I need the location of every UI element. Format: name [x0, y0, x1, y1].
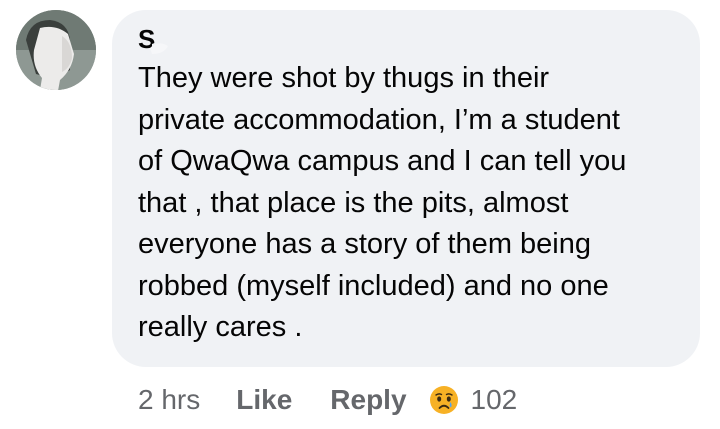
avatar-photo	[16, 10, 96, 90]
like-button[interactable]: Like	[236, 384, 292, 416]
reaction-count: 102	[470, 384, 518, 415]
sad-emoji-icon	[429, 385, 459, 415]
comment-timestamp[interactable]: 2 hrs	[138, 384, 200, 416]
comment-actions: 2 hrs Like Reply 102	[138, 380, 517, 420]
reply-button[interactable]: Reply	[330, 384, 406, 416]
comment-text: They were shot by thugs in their private…	[138, 62, 627, 343]
comment-bubble: S They were shot by thugs in their priva…	[112, 10, 700, 367]
avatar[interactable]	[16, 10, 96, 90]
author-name-redaction	[150, 37, 336, 56]
reaction-summary[interactable]: 102	[429, 384, 518, 416]
comment-author[interactable]: S	[138, 22, 338, 56]
comment-thread: S They were shot by thugs in their priva…	[0, 0, 720, 429]
